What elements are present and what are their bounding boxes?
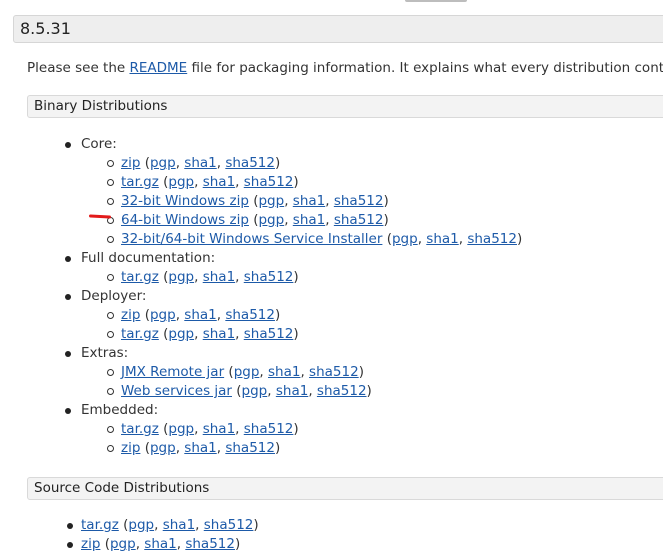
sha1-link[interactable]: sha1: [184, 155, 216, 171]
pgp-link[interactable]: pgp: [258, 193, 284, 209]
sha1-link[interactable]: sha1: [276, 383, 308, 399]
sha512-link[interactable]: sha512: [309, 364, 359, 380]
bullet-icon: [107, 312, 114, 319]
bullet-icon: [107, 179, 114, 186]
pgp-link[interactable]: pgp: [392, 231, 418, 247]
sha512-link[interactable]: sha512: [244, 421, 294, 437]
sha1-link[interactable]: sha1: [144, 536, 176, 552]
sha512-link[interactable]: sha512: [317, 383, 367, 399]
readme-link[interactable]: README: [129, 60, 187, 76]
sha512-link[interactable]: sha512: [244, 326, 294, 342]
pgp-link[interactable]: pgp: [150, 307, 176, 323]
sha1-link[interactable]: sha1: [163, 517, 195, 533]
intro-text: Please see the README file for packaging…: [27, 60, 663, 76]
bullet-icon: [65, 142, 71, 148]
bullet-icon: [107, 274, 114, 281]
sha512-link[interactable]: sha512: [225, 155, 275, 171]
version-title: 8.5.31: [20, 19, 71, 38]
sha512-link[interactable]: sha512: [244, 269, 294, 285]
download-link-32-bit-64-bit-windows-service-installer[interactable]: 32-bit/64-bit Windows Service Installer: [121, 231, 382, 247]
red-annotation-mark: [88, 214, 112, 219]
sha1-link[interactable]: sha1: [203, 421, 235, 437]
bullet-icon: [107, 198, 114, 205]
sha1-link[interactable]: sha1: [293, 212, 325, 228]
sha1-link[interactable]: sha1: [184, 307, 216, 323]
sha1-link[interactable]: sha1: [426, 231, 458, 247]
source-distributions-header: Source Code Distributions: [27, 477, 663, 500]
download-link-jmx-remote-jar[interactable]: JMX Remote jar: [121, 364, 224, 380]
bullet-icon: [65, 256, 71, 262]
download-link-zip[interactable]: zip: [121, 155, 140, 171]
group-label: Full documentation:: [81, 250, 216, 266]
group-label: Deployer:: [81, 288, 147, 304]
sha1-link[interactable]: sha1: [203, 174, 235, 190]
sha512-link[interactable]: sha512: [185, 536, 235, 552]
sha512-link[interactable]: sha512: [225, 307, 275, 323]
download-link-zip[interactable]: zip: [121, 440, 140, 456]
sha512-link[interactable]: sha512: [204, 517, 254, 533]
pgp-link[interactable]: pgp: [168, 326, 194, 342]
pgp-link[interactable]: pgp: [128, 517, 154, 533]
download-link-tar-gz[interactable]: tar.gz: [121, 421, 159, 437]
pgp-link[interactable]: pgp: [168, 269, 194, 285]
sha512-link[interactable]: sha512: [225, 440, 275, 456]
bullet-icon: [67, 542, 73, 548]
group-label: Core:: [81, 136, 117, 152]
sha1-link[interactable]: sha1: [184, 440, 216, 456]
download-link-zip[interactable]: zip: [81, 536, 100, 552]
download-link-64-bit-windows-zip[interactable]: 64-bit Windows zip: [121, 212, 249, 228]
sha1-link[interactable]: sha1: [203, 326, 235, 342]
bullet-icon: [107, 369, 114, 376]
top-button-edge[interactable]: [405, 0, 467, 2]
sha1-link[interactable]: sha1: [203, 269, 235, 285]
bullet-icon: [107, 160, 114, 167]
pgp-link[interactable]: pgp: [168, 174, 194, 190]
bullet-icon: [65, 351, 71, 357]
download-link-tar-gz[interactable]: tar.gz: [121, 326, 159, 342]
sha1-link[interactable]: sha1: [268, 364, 300, 380]
pgp-link[interactable]: pgp: [150, 155, 176, 171]
download-link-zip[interactable]: zip: [121, 307, 140, 323]
pgp-link[interactable]: pgp: [234, 364, 260, 380]
download-link-web-services-jar[interactable]: Web services jar: [121, 383, 232, 399]
sha512-link[interactable]: sha512: [334, 193, 384, 209]
bullet-icon: [65, 408, 71, 414]
bullet-icon: [107, 426, 114, 433]
version-header: 8.5.31: [13, 15, 663, 43]
bullet-icon: [107, 236, 114, 243]
download-link-tar-gz[interactable]: tar.gz: [121, 269, 159, 285]
pgp-link[interactable]: pgp: [242, 383, 268, 399]
pgp-link[interactable]: pgp: [168, 421, 194, 437]
bullet-icon: [107, 388, 114, 395]
bullet-icon: [65, 294, 71, 300]
sha512-link[interactable]: sha512: [334, 212, 384, 228]
pgp-link[interactable]: pgp: [110, 536, 136, 552]
group-label: Extras:: [81, 345, 129, 361]
pgp-link[interactable]: pgp: [258, 212, 284, 228]
sha512-link[interactable]: sha512: [467, 231, 517, 247]
bullet-icon: [67, 523, 73, 529]
sha1-link[interactable]: sha1: [293, 193, 325, 209]
binary-distributions-header: Binary Distributions: [27, 95, 663, 118]
download-link-tar-gz[interactable]: tar.gz: [81, 517, 119, 533]
group-label: Embedded:: [81, 402, 159, 418]
download-link-32-bit-windows-zip[interactable]: 32-bit Windows zip: [121, 193, 249, 209]
pgp-link[interactable]: pgp: [150, 440, 176, 456]
bullet-icon: [107, 331, 114, 338]
download-link-tar-gz[interactable]: tar.gz: [121, 174, 159, 190]
bullet-icon: [107, 445, 114, 452]
sha512-link[interactable]: sha512: [244, 174, 294, 190]
